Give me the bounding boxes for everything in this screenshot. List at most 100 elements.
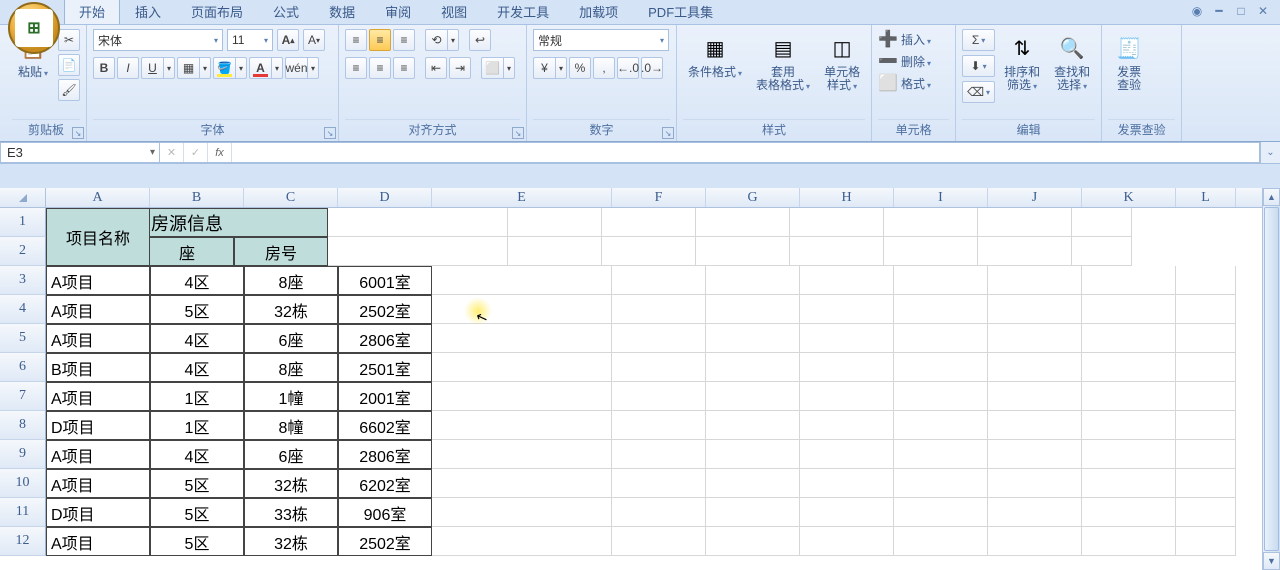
cell-E6[interactable] [432,353,612,382]
cell-K6[interactable] [1082,353,1176,382]
cell-H11[interactable] [800,498,894,527]
cell-F4[interactable] [612,295,706,324]
sort-filter-button[interactable]: ⇅排序和 筛选 [999,29,1045,95]
close-icon[interactable]: ✕ [1254,4,1272,18]
phonetic-dropdown[interactable]: ▾ [307,57,319,79]
phonetic-button[interactable]: wén [285,57,307,79]
cell-B7[interactable]: 1区 [150,382,244,411]
scroll-thumb[interactable] [1264,207,1279,551]
cell-K3[interactable] [1082,266,1176,295]
font-color-dropdown[interactable]: ▾ [271,57,283,79]
cell-F11[interactable] [612,498,706,527]
help-icon[interactable]: ◉ [1188,4,1206,18]
col-header-A[interactable]: A [46,188,150,207]
cell-H7[interactable] [800,382,894,411]
name-box[interactable]: E3 ▾ [0,142,160,163]
vertical-scrollbar[interactable]: ▲ ▼ [1262,188,1280,570]
col-header-D[interactable]: D [338,188,432,207]
cell-G9[interactable] [706,440,800,469]
percent-button[interactable]: % [569,57,591,79]
cell-G3[interactable] [706,266,800,295]
cell-K9[interactable] [1082,440,1176,469]
cell-I6[interactable] [894,353,988,382]
cell-I5[interactable] [894,324,988,353]
cell-B10[interactable]: 5区 [150,469,244,498]
insert-function-button[interactable]: fx [208,143,232,162]
cell-C2[interactable]: 座 [140,237,234,266]
cell-C6[interactable]: 8座 [244,353,338,382]
ribbon-tab-页面布局[interactable]: 页面布局 [176,0,258,24]
merge-button[interactable]: ⬜ [481,57,503,79]
cell-E3[interactable] [432,266,612,295]
bold-button[interactable]: B [93,57,115,79]
cell-K4[interactable] [1082,295,1176,324]
cell-styles-button[interactable]: ◫单元格 样式 [819,29,865,95]
cell-C11[interactable]: 33栋 [244,498,338,527]
cell-L9[interactable] [1176,440,1236,469]
cell-K11[interactable] [1082,498,1176,527]
cell-F2[interactable] [508,237,602,266]
cell-I7[interactable] [894,382,988,411]
cell-I8[interactable] [894,411,988,440]
align-left-button[interactable]: ≡ [345,57,367,79]
align-right-button[interactable]: ≡ [393,57,415,79]
orientation-dropdown[interactable]: ▾ [447,29,459,51]
row-header-6[interactable]: 6 [0,353,46,382]
cell-A12[interactable]: A项目 [46,527,150,556]
cell-H9[interactable] [800,440,894,469]
cell-A1[interactable]: 项目名称 [46,208,150,266]
cell-I1[interactable] [790,208,884,237]
cell-K8[interactable] [1082,411,1176,440]
font-color-button[interactable]: A [249,57,271,79]
cell-D2[interactable]: 房号 [234,237,328,266]
cell-F9[interactable] [612,440,706,469]
ribbon-tab-数据[interactable]: 数据 [314,0,370,24]
cell-G2[interactable] [602,237,696,266]
row-header-1[interactable]: 1 [0,208,46,237]
cell-G12[interactable] [706,527,800,556]
col-header-F[interactable]: F [612,188,706,207]
row-header-5[interactable]: 5 [0,324,46,353]
cell-C12[interactable]: 32栋 [244,527,338,556]
cell-K2[interactable] [978,237,1072,266]
cell-K12[interactable] [1082,527,1176,556]
cell-F6[interactable] [612,353,706,382]
cell-K10[interactable] [1082,469,1176,498]
cell-L10[interactable] [1176,469,1236,498]
cell-B9[interactable]: 4区 [150,440,244,469]
cut-button[interactable]: ✂ [58,29,80,51]
cell-E12[interactable] [432,527,612,556]
cell-G8[interactable] [706,411,800,440]
cell-B12[interactable]: 5区 [150,527,244,556]
wrap-text-button[interactable]: ↩ [469,29,491,51]
orientation-button[interactable]: ⟲ [425,29,447,51]
font-launcher[interactable]: ↘ [324,127,336,139]
cell-A3[interactable]: A项目 [46,266,150,295]
number-format-select[interactable]: 常规▾ [533,29,669,51]
cell-D8[interactable]: 6602室 [338,411,432,440]
cell-B6[interactable]: 4区 [150,353,244,382]
cell-E4[interactable] [432,295,612,324]
ribbon-tab-PDF工具集[interactable]: PDF工具集 [633,0,728,24]
col-header-J[interactable]: J [988,188,1082,207]
font-size-select[interactable]: 11▾ [227,29,273,51]
insert-cells-button[interactable]: ➕插入 [878,29,931,49]
cell-K5[interactable] [1082,324,1176,353]
cell-G1[interactable] [602,208,696,237]
cell-B3[interactable]: 4区 [150,266,244,295]
col-header-G[interactable]: G [706,188,800,207]
copy-button[interactable]: 📄 [58,54,80,76]
format-as-table-button[interactable]: ▤套用 表格格式 [751,29,815,95]
cell-E5[interactable] [432,324,612,353]
cell-H4[interactable] [800,295,894,324]
cell-E8[interactable] [432,411,612,440]
cell-C8[interactable]: 8幢 [244,411,338,440]
align-launcher[interactable]: ↘ [512,127,524,139]
cell-F10[interactable] [612,469,706,498]
currency-button[interactable]: ¥ [533,57,555,79]
cell-D10[interactable]: 6202室 [338,469,432,498]
col-header-I[interactable]: I [894,188,988,207]
invoice-check-button[interactable]: 🧾发票 查验 [1108,29,1150,95]
italic-button[interactable]: I [117,57,139,79]
cell-B11[interactable]: 5区 [150,498,244,527]
